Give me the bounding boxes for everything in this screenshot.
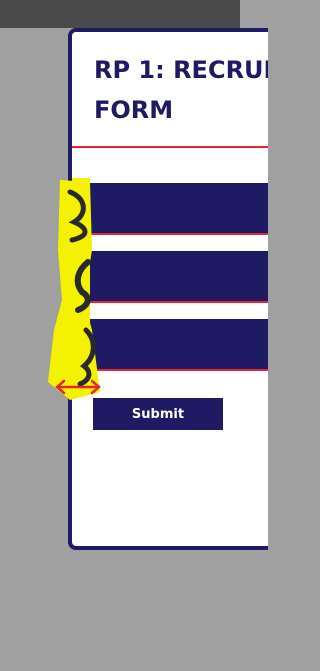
form-field-1[interactable] bbox=[83, 183, 268, 235]
form-field-3[interactable] bbox=[83, 319, 268, 371]
browser-top-bar bbox=[0, 0, 240, 28]
submit-button[interactable]: Submit bbox=[93, 398, 223, 430]
title-divider bbox=[72, 146, 268, 148]
form-field-2[interactable] bbox=[83, 251, 268, 303]
modal-title: RP 1: RECRUITMENT FORM bbox=[94, 56, 268, 124]
recruitment-form-modal: RP 1: RECRUITMENT FORM Submit bbox=[68, 28, 268, 550]
